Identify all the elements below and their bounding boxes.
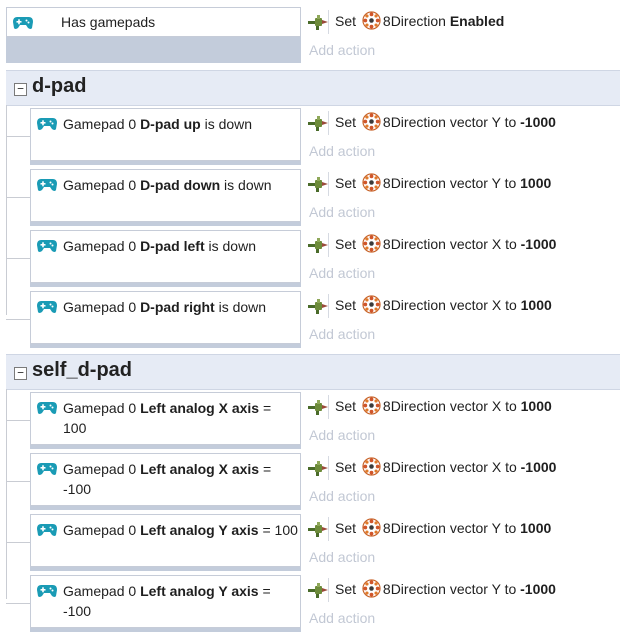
divider	[328, 578, 329, 602]
condition[interactable]: Gamepad 0 Left analog X axis = 100	[30, 392, 301, 445]
condition-text: Gamepad 0 D-pad right is down	[63, 299, 267, 315]
add-action-button[interactable]: Add action	[309, 42, 375, 58]
add-action-button[interactable]: Add action	[309, 204, 375, 220]
behavior-set-icon	[307, 174, 329, 194]
add-action-button[interactable]: Add action	[309, 610, 375, 626]
add-action-button[interactable]: Add action	[309, 143, 375, 159]
tree-branch	[6, 420, 30, 421]
group-header-d-pad[interactable]: − d-pad	[6, 70, 620, 106]
add-action-button[interactable]: Add action	[309, 427, 375, 443]
behavior-set-icon	[307, 235, 329, 255]
tree-branch	[6, 481, 30, 482]
tree-branch	[6, 258, 30, 259]
condition-text: Gamepad 0 Left analog Y axis = -100	[63, 583, 271, 619]
tree-branch	[6, 197, 30, 198]
gamepad-icon	[37, 401, 57, 415]
add-action-button[interactable]: Add action	[309, 549, 375, 565]
gamepad-icon	[37, 239, 57, 253]
action-text: Set 8Direction vector X to -1000	[335, 457, 557, 476]
divider	[328, 172, 329, 196]
divider	[328, 517, 329, 541]
action[interactable]: Set 8Direction vector X to -1000	[303, 231, 620, 259]
action-text: Set 8Direction Enabled	[335, 11, 505, 30]
condition[interactable]: Has gamepads	[6, 7, 301, 37]
action[interactable]: Set 8Direction vector Y to -1000	[303, 109, 620, 137]
action-text: Set 8Direction vector X to 1000	[335, 295, 552, 314]
behavior-set-icon	[307, 296, 329, 316]
behavior-set-icon	[307, 519, 329, 539]
behavior-set-icon	[307, 12, 329, 32]
add-action-button[interactable]: Add action	[309, 326, 375, 342]
add-action-button[interactable]: Add action	[309, 265, 375, 281]
group-title: self_d-pad	[32, 359, 133, 381]
group-title: d-pad	[32, 75, 87, 97]
8direction-icon	[362, 579, 381, 598]
behavior-set-icon	[307, 397, 329, 417]
gamepad-icon	[37, 117, 57, 131]
condition-text: Gamepad 0 Left analog X axis = 100	[63, 400, 272, 436]
divider	[328, 294, 329, 318]
group-header-self-d-pad[interactable]: − self_d-pad	[6, 354, 620, 390]
8direction-icon	[362, 112, 381, 131]
condition[interactable]: Gamepad 0 D-pad right is down	[30, 291, 301, 344]
8direction-icon	[362, 457, 381, 476]
behavior-set-icon	[307, 113, 329, 133]
divider	[328, 10, 329, 34]
8direction-icon	[362, 295, 381, 314]
gamepad-icon	[13, 16, 33, 30]
action[interactable]: Set 8Direction vector Y to 1000	[303, 170, 620, 198]
collapse-toggle[interactable]: −	[14, 367, 27, 380]
condition[interactable]: Gamepad 0 D-pad down is down	[30, 169, 301, 222]
divider	[328, 395, 329, 419]
behavior-set-icon	[307, 580, 329, 600]
action-text: Set 8Direction vector Y to 1000	[335, 173, 552, 192]
tree-branch	[6, 136, 30, 137]
condition[interactable]: Gamepad 0 Left analog Y axis = 100	[30, 514, 301, 567]
tree-branch	[6, 319, 30, 320]
action-text: Set 8Direction vector X to 1000	[335, 396, 552, 415]
add-action-button[interactable]: Add action	[309, 488, 375, 504]
condition-text: Has gamepads	[61, 14, 156, 30]
action[interactable]: Set 8Direction Enabled	[303, 8, 620, 36]
action-text: Set 8Direction vector Y to -1000	[335, 112, 556, 131]
action[interactable]: Set 8Direction vector Y to -1000	[303, 576, 620, 604]
divider	[328, 111, 329, 135]
8direction-icon	[362, 396, 381, 415]
8direction-icon	[362, 518, 381, 537]
action[interactable]: Set 8Direction vector X to 1000	[303, 292, 620, 320]
tree-branch	[6, 542, 30, 543]
behavior-set-icon	[307, 458, 329, 478]
gamepad-icon	[37, 300, 57, 314]
8direction-icon	[362, 173, 381, 192]
8direction-icon	[362, 234, 381, 253]
gamepad-icon	[37, 178, 57, 192]
gamepad-icon	[37, 584, 57, 598]
action[interactable]: Set 8Direction vector X to -1000	[303, 454, 620, 482]
action[interactable]: Set 8Direction vector X to 1000	[303, 393, 620, 421]
condition-text: Gamepad 0 Left analog X axis = -100	[63, 461, 272, 497]
action-text: Set 8Direction vector X to -1000	[335, 234, 557, 253]
action-text: Set 8Direction vector Y to 1000	[335, 518, 552, 537]
condition-text: Gamepad 0 Left analog Y axis = 100	[63, 522, 298, 538]
condition[interactable]: Gamepad 0 D-pad up is down	[30, 108, 301, 161]
condition-text: Gamepad 0 D-pad up is down	[63, 116, 253, 132]
divider	[328, 233, 329, 257]
gamepad-icon	[37, 462, 57, 476]
condition-text: Gamepad 0 D-pad down is down	[63, 177, 272, 193]
action-text: Set 8Direction vector Y to -1000	[335, 579, 556, 598]
gamepad-icon	[37, 523, 57, 537]
collapse-toggle[interactable]: −	[14, 83, 27, 96]
condition-text: Gamepad 0 D-pad left is down	[63, 238, 256, 254]
8direction-icon	[362, 11, 381, 30]
condition[interactable]: Gamepad 0 D-pad left is down	[30, 230, 301, 283]
condition[interactable]: Gamepad 0 Left analog X axis = -100	[30, 453, 301, 506]
tree-branch	[6, 603, 30, 604]
condition[interactable]: Gamepad 0 Left analog Y axis = -100	[30, 575, 301, 628]
action[interactable]: Set 8Direction vector Y to 1000	[303, 515, 620, 543]
divider	[328, 456, 329, 480]
